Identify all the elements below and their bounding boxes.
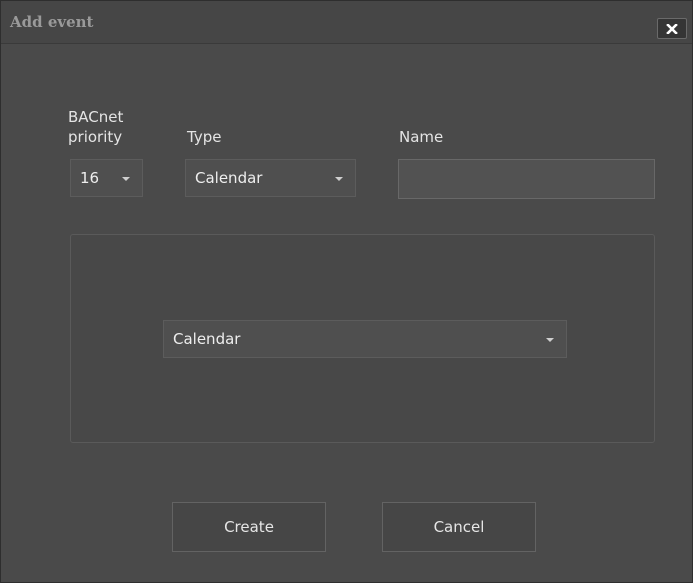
calendar-select[interactable]: Calendar bbox=[163, 320, 567, 358]
create-button[interactable]: Create bbox=[172, 502, 326, 552]
chevron-down-icon bbox=[335, 177, 343, 181]
close-button[interactable] bbox=[657, 18, 687, 39]
add-event-dialog: Add event BACnet priority 16 Type Calend… bbox=[0, 0, 693, 583]
bacnet-priority-value: 16 bbox=[80, 169, 100, 187]
type-select[interactable]: Calendar bbox=[185, 159, 356, 197]
type-label: Type bbox=[187, 128, 222, 146]
name-input[interactable] bbox=[398, 159, 655, 199]
bacnet-priority-label-line1: BACnet bbox=[68, 108, 124, 126]
chevron-down-icon bbox=[122, 177, 130, 181]
bacnet-priority-label-line2: priority bbox=[68, 128, 123, 146]
calendar-value: Calendar bbox=[173, 330, 241, 348]
cancel-button[interactable]: Cancel bbox=[382, 502, 536, 552]
name-label: Name bbox=[399, 128, 444, 146]
dialog-title: Add event bbox=[10, 13, 94, 31]
chevron-down-icon bbox=[546, 338, 554, 342]
dialog-titlebar: Add event bbox=[1, 1, 692, 44]
bacnet-priority-select[interactable]: 16 bbox=[70, 159, 143, 197]
close-x-icon bbox=[666, 23, 678, 34]
type-value: Calendar bbox=[195, 169, 263, 187]
